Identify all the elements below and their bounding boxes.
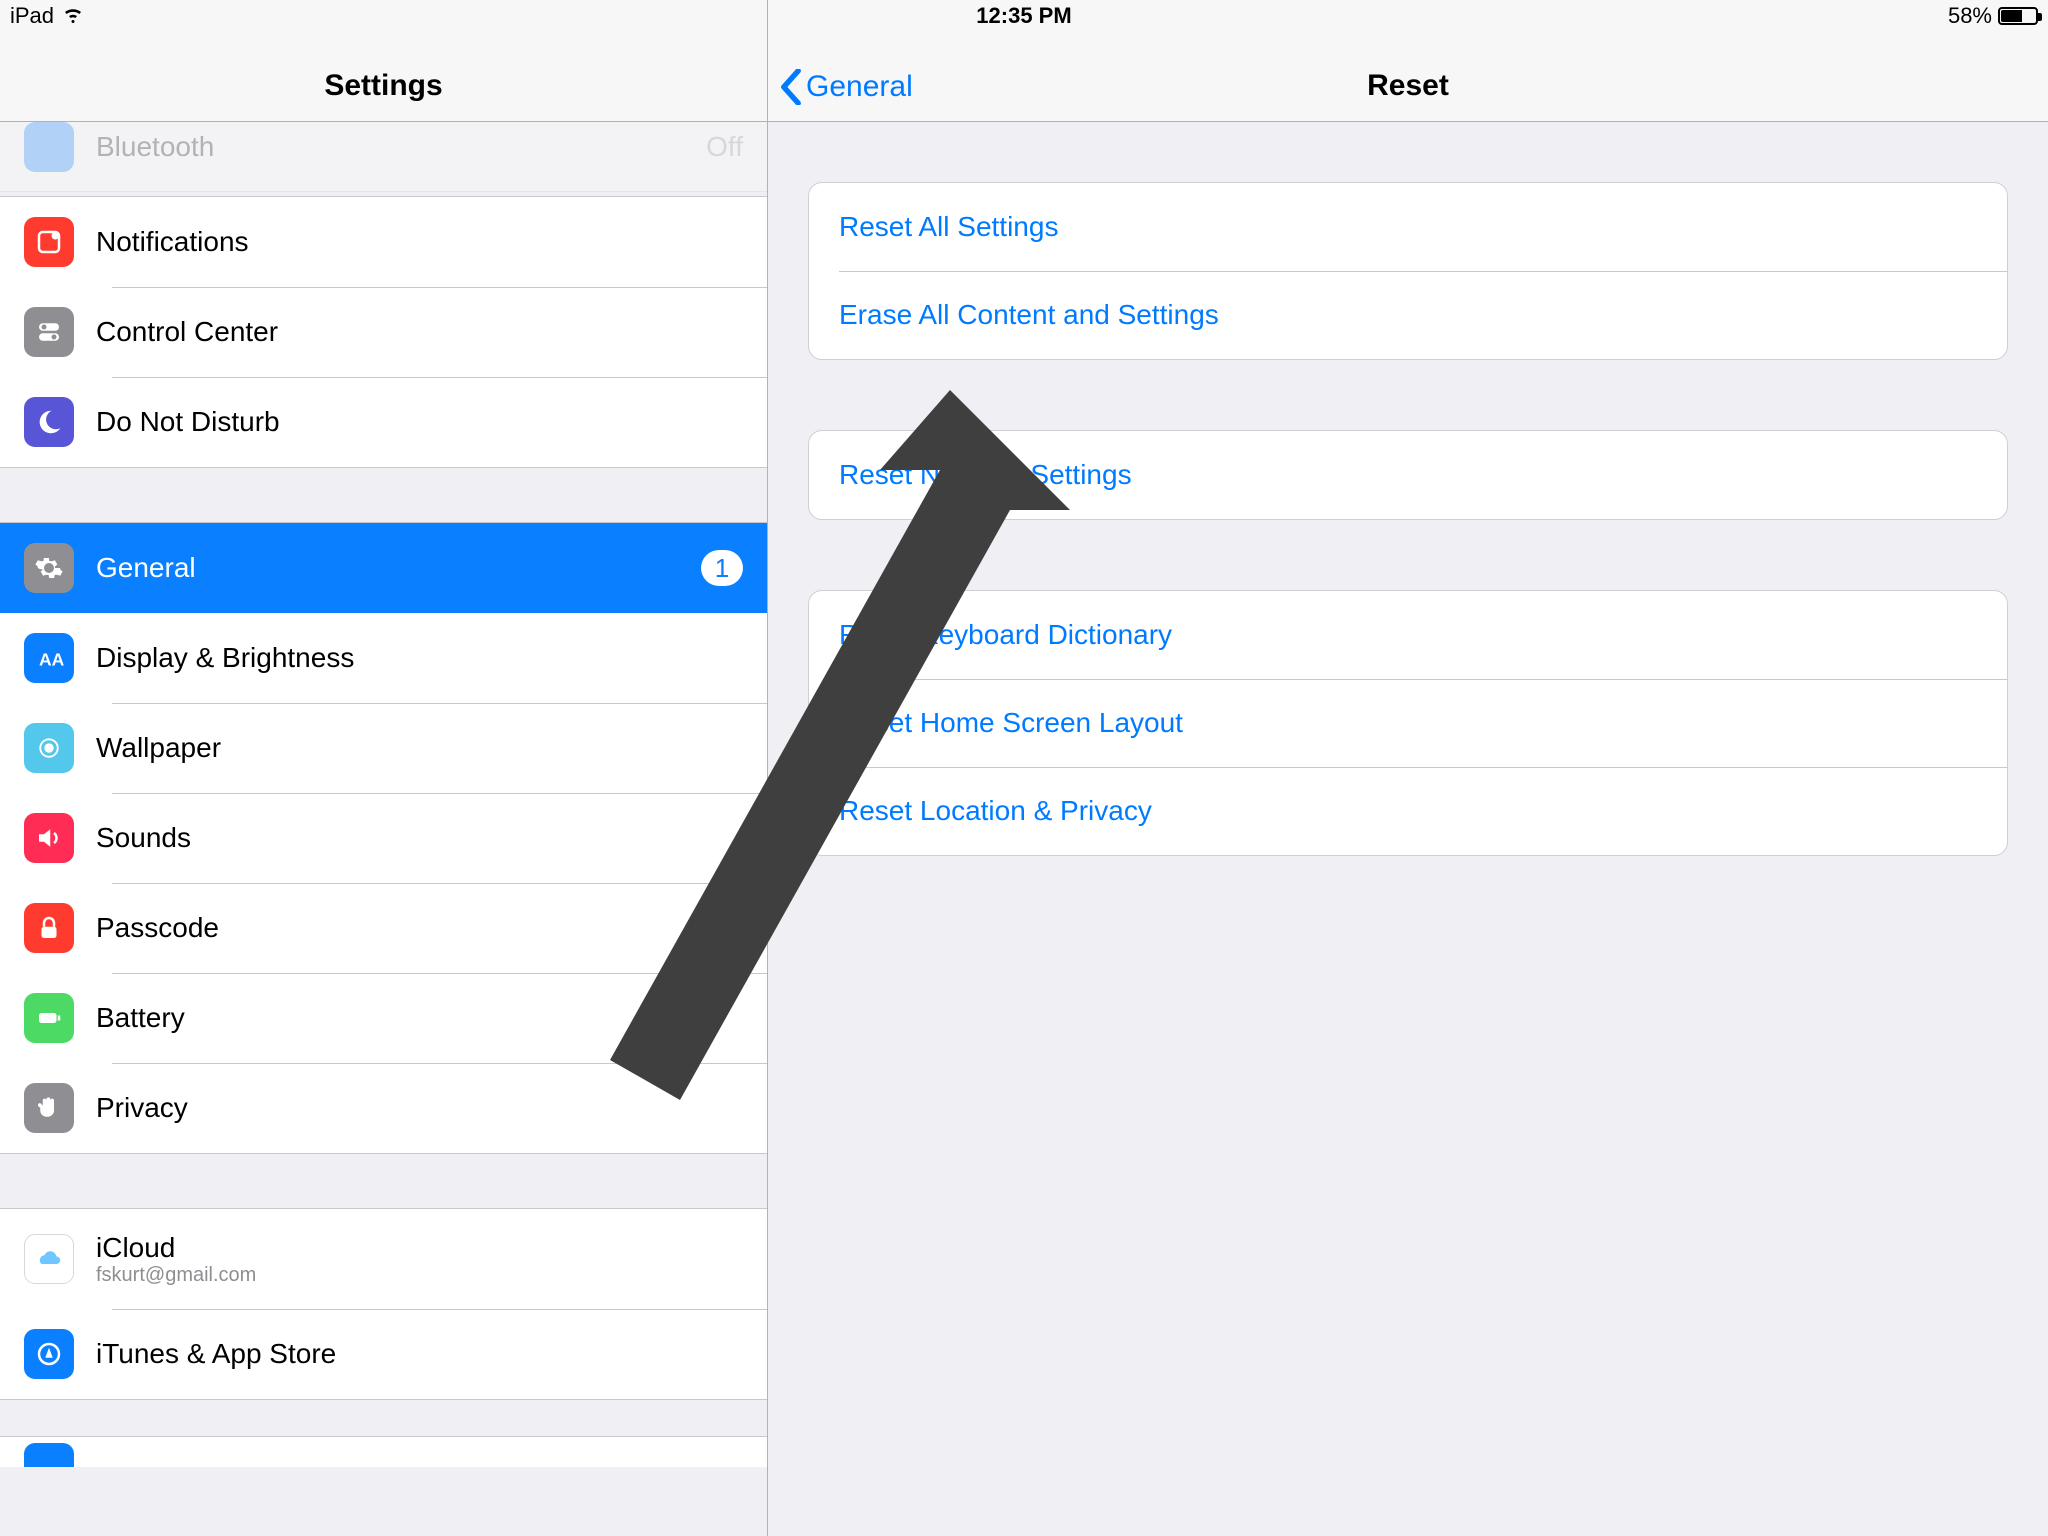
svg-text:AA: AA: [39, 650, 64, 670]
reset-network-settings[interactable]: Reset Network Settings: [809, 431, 2007, 519]
row-label: Reset Network Settings: [839, 459, 1132, 491]
sidebar-item-label: Notifications: [96, 226, 743, 258]
row-label: Reset Home Screen Layout: [839, 707, 1183, 739]
gear-icon: [24, 543, 74, 593]
sidebar-item-notifications[interactable]: Notifications: [0, 197, 767, 287]
sidebar-item-label: Display & Brightness: [96, 642, 743, 674]
sounds-icon: [24, 813, 74, 863]
sidebar-item-value: Off: [706, 131, 743, 163]
notifications-icon: [24, 217, 74, 267]
sidebar-item-sounds[interactable]: Sounds: [0, 793, 767, 883]
reset-location-privacy[interactable]: Reset Location & Privacy: [809, 767, 2007, 855]
reset-all-settings[interactable]: Reset All Settings: [809, 183, 2007, 271]
wallpaper-icon: [24, 723, 74, 773]
sidebar-item-do-not-disturb[interactable]: Do Not Disturb: [0, 377, 767, 467]
sidebar-group: iCloud fskurt@gmail.com iTunes & App Sto…: [0, 1208, 767, 1400]
sidebar-item-battery[interactable]: Battery: [0, 973, 767, 1063]
row-label: Reset Keyboard Dictionary: [839, 619, 1172, 651]
row-label: Reset All Settings: [839, 211, 1058, 243]
erase-all-content[interactable]: Erase All Content and Settings: [809, 271, 2007, 359]
sidebar-group: General 1 AA Display & Brightness Wallpa…: [0, 522, 767, 1154]
sidebar-item-label: Wallpaper: [96, 732, 743, 764]
sidebar-item-label: iCloud: [96, 1232, 256, 1264]
device-label: iPad: [10, 3, 54, 29]
moon-icon: [24, 397, 74, 447]
sidebar-item-label: Battery: [96, 1002, 743, 1034]
row-label: Reset Location & Privacy: [839, 795, 1152, 827]
battery-icon: [24, 993, 74, 1043]
sidebar-item-privacy[interactable]: Privacy: [0, 1063, 767, 1153]
sidebar-item-label: General: [96, 552, 701, 584]
sidebar-item-label: iTunes & App Store: [96, 1338, 743, 1370]
reset-group: Reset Network Settings: [808, 430, 2008, 520]
reset-group: Reset All Settings Erase All Content and…: [808, 182, 2008, 360]
wifi-icon: [62, 3, 84, 29]
chevron-left-icon: [780, 69, 802, 105]
sidebar-item-label: Privacy: [96, 1092, 743, 1124]
icloud-icon: [24, 1234, 74, 1284]
sidebar-item-label: Do Not Disturb: [96, 406, 743, 438]
display-icon: AA: [24, 633, 74, 683]
sidebar-title: Settings: [324, 69, 442, 103]
detail-title: Reset: [1367, 69, 1449, 103]
sidebar-group: Notifications Control Center Do Not Dist…: [0, 196, 767, 468]
sidebar-item-passcode[interactable]: Passcode: [0, 883, 767, 973]
control-center-icon: [24, 307, 74, 357]
appstore-icon: [24, 1329, 74, 1379]
back-button[interactable]: General: [780, 69, 913, 105]
detail-pane: General Reset Reset All Settings Erase A…: [768, 0, 2048, 1536]
status-bar: iPad 12:35 PM 58%: [0, 0, 2048, 32]
sidebar-item-label: Sounds: [96, 822, 743, 854]
battery-percent: 58%: [1948, 3, 1992, 29]
sidebar-item-label: Control Center: [96, 316, 743, 348]
reset-group: Reset Keyboard Dictionary Reset Home Scr…: [808, 590, 2008, 856]
reset-keyboard-dictionary[interactable]: Reset Keyboard Dictionary: [809, 591, 2007, 679]
sidebar-item-itunes-app-store[interactable]: iTunes & App Store: [0, 1309, 767, 1399]
badge-count: 1: [701, 550, 743, 586]
settings-sidebar: Settings Wi-Fi superhero Bluetooth Off: [0, 0, 768, 1536]
hand-icon: [24, 1083, 74, 1133]
partial-icon: [24, 1443, 74, 1467]
back-label: General: [806, 70, 913, 104]
row-label: Erase All Content and Settings: [839, 299, 1219, 331]
sidebar-item-icloud[interactable]: iCloud fskurt@gmail.com: [0, 1209, 767, 1309]
sidebar-item-general[interactable]: General 1: [0, 523, 767, 613]
sidebar-item-partial[interactable]: [0, 1437, 767, 1467]
battery-icon: [1998, 7, 2038, 25]
lock-icon: [24, 903, 74, 953]
clock: 12:35 PM: [976, 3, 1071, 29]
reset-home-screen-layout[interactable]: Reset Home Screen Layout: [809, 679, 2007, 767]
sidebar-item-label: Passcode: [96, 912, 743, 944]
sidebar-item-wallpaper[interactable]: Wallpaper: [0, 703, 767, 793]
sidebar-item-control-center[interactable]: Control Center: [0, 287, 767, 377]
sidebar-group-partial: [0, 1436, 767, 1466]
sidebar-item-display-brightness[interactable]: AA Display & Brightness: [0, 613, 767, 703]
sidebar-item-label: Bluetooth: [96, 131, 214, 163]
sidebar-item-subtitle: fskurt@gmail.com: [96, 1264, 256, 1287]
